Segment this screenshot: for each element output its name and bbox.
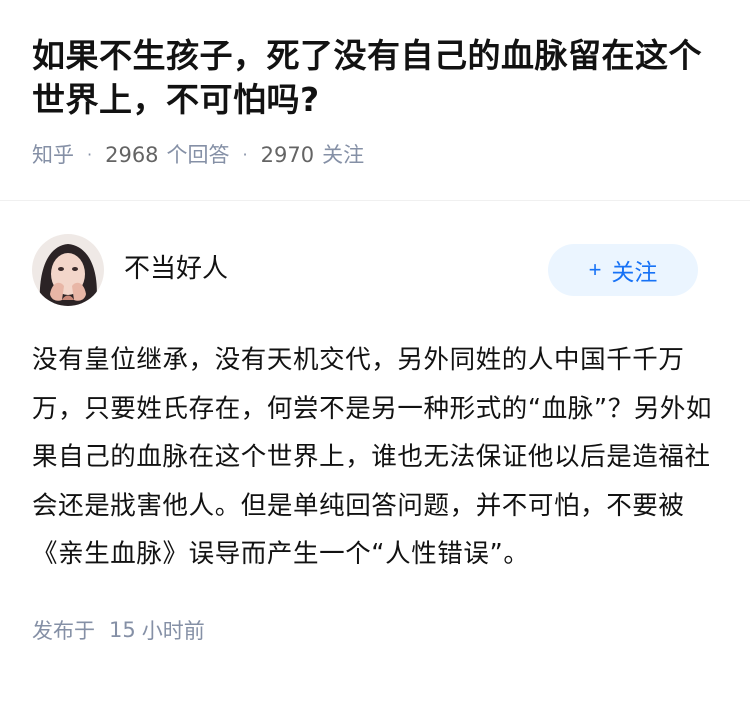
question-header: 如果不生孩子，死了没有自己的血脉留在这个世界上，不可怕吗? 知乎 · 2968 … — [0, 0, 750, 169]
follow-button-label: 关注 — [611, 259, 658, 285]
answer-text: 没有皇位继承，没有天机交代，另外同姓的人中国千千万万，只要姓氏存在，何尝不是另一… — [32, 345, 713, 569]
publish-prefix: 发布于 — [32, 618, 95, 643]
follow-button[interactable]: + 关注 — [548, 244, 698, 296]
answer-count: 2968 — [105, 143, 159, 167]
section-divider — [0, 200, 750, 210]
question-meta: 知乎 · 2968 个回答 · 2970 关注 — [32, 141, 718, 169]
source-label[interactable]: 知乎 — [32, 141, 74, 169]
follower-count: 2970 — [260, 143, 315, 167]
question-title[interactable]: 如果不生孩子，死了没有自己的血脉留在这个世界上，不可怕吗? — [32, 34, 718, 122]
follower-count-label: 关注 — [322, 143, 365, 167]
answer-card: 不当好人 + 关注 没有皇位继承，没有天机交代，另外同姓的人中国千千万万，只要姓… — [0, 210, 750, 645]
publish-time-value: 15 — [109, 617, 136, 642]
avatar-photo-icon — [32, 234, 104, 306]
author-name[interactable]: 不当好人 — [124, 248, 548, 285]
answer-content[interactable]: 没有皇位继承，没有天机交代，另外同姓的人中国千千万万，只要姓氏存在，何尝不是另一… — [32, 336, 718, 579]
publish-info: 发布于 15 小时前 — [32, 615, 718, 645]
avatar[interactable] — [32, 234, 104, 306]
publish-time-unit: 小时前 — [141, 618, 205, 643]
answer-count-label[interactable]: 个回答 — [167, 141, 230, 169]
meta-separator: · — [87, 145, 93, 164]
plus-icon: + — [588, 257, 602, 282]
author-row: 不当好人 + 关注 — [32, 234, 718, 306]
meta-separator: · — [242, 145, 248, 164]
